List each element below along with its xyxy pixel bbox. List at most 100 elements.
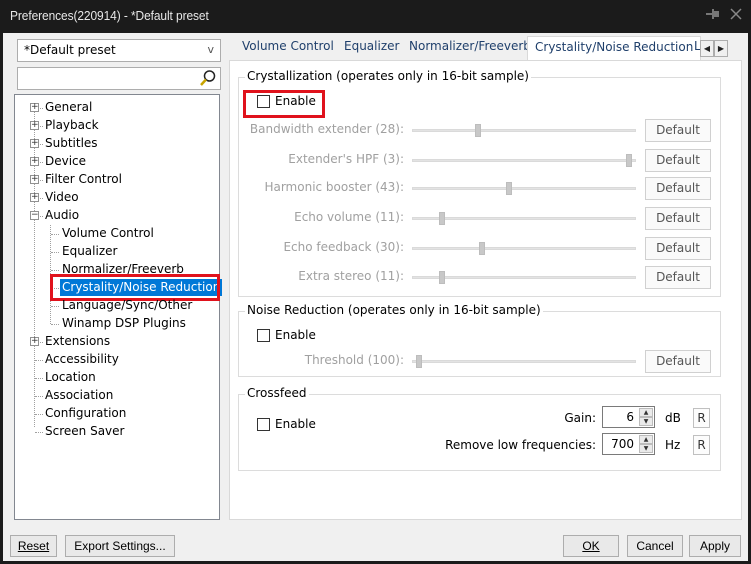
chevron-down-icon: v	[207, 43, 214, 56]
low-freq-spinbox[interactable]: 700 ▲ ▼	[602, 433, 655, 455]
tree-item-playback[interactable]: + Playback	[15, 117, 215, 134]
cancel-button[interactable]: Cancel	[627, 535, 683, 557]
spin-down-icon[interactable]: ▼	[639, 417, 653, 426]
tree-connector	[35, 378, 43, 379]
threshold-slider[interactable]	[412, 354, 636, 368]
slider-track	[412, 217, 636, 220]
expand-icon[interactable]: +	[30, 103, 39, 112]
dialog-body: *Default preset v + General + Playback + Subt…	[3, 33, 748, 561]
low-freq-spin-arrows[interactable]: ▲ ▼	[639, 435, 653, 453]
expand-icon[interactable]: +	[30, 157, 39, 166]
noise-reduction-enable-label: Enable	[275, 328, 316, 342]
slider-thumb[interactable]	[506, 182, 513, 195]
threshold-default-button[interactable]: Default	[645, 350, 711, 373]
search-icon[interactable]	[199, 69, 217, 90]
harmonic-booster-default-button[interactable]: Default	[645, 177, 711, 200]
tree-item-subtitles[interactable]: + Subtitles	[15, 135, 215, 152]
tree-item-label: Playback	[45, 118, 99, 132]
tab-crystality-noise-reduction[interactable]: Crystality/Noise Reduction	[527, 36, 702, 60]
tree-item-filter-control[interactable]: + Filter Control	[15, 171, 215, 188]
extender-s-hpf-default-button[interactable]: Default	[645, 149, 711, 172]
tree-item-audio[interactable]: − Audio	[15, 207, 215, 224]
tree-item-screen-saver[interactable]: Screen Saver	[15, 423, 215, 440]
apply-button[interactable]: Apply	[689, 535, 741, 557]
tree-item-label: Configuration	[45, 406, 127, 420]
bandwidth-extender-label: Bandwidth extender (28):	[249, 122, 404, 136]
tree-connector	[35, 396, 43, 397]
collapse-icon[interactable]: −	[30, 211, 39, 220]
tree-item-volume-control[interactable]: Volume Control	[15, 225, 215, 242]
expand-icon[interactable]: +	[30, 139, 39, 148]
tree-item-location[interactable]: Location	[15, 369, 215, 386]
bandwidth-extender-slider[interactable]	[412, 123, 636, 137]
echo-feedback-default-button[interactable]: Default	[645, 237, 711, 260]
extra-stereo-slider[interactable]	[412, 270, 636, 284]
extra-stereo-default-button[interactable]: Default	[645, 266, 711, 289]
tree-item-accessibility[interactable]: Accessibility	[15, 351, 215, 368]
title-bar: Preferences(220914) - *Default preset	[0, 0, 751, 33]
tree-item-label: Winamp DSP Plugins	[62, 316, 186, 330]
crystallization-group-title: Crystallization (operates only in 16-bit…	[245, 69, 531, 83]
expand-icon[interactable]: +	[30, 193, 39, 202]
tab-page-crystality: Crystallization (operates only in 16-bit…	[229, 60, 742, 520]
tree-item-equalizer[interactable]: Equalizer	[15, 243, 215, 260]
gain-spinbox[interactable]: 6 ▲ ▼	[602, 406, 655, 428]
slider-thumb[interactable]	[474, 124, 481, 137]
slider-thumb[interactable]	[626, 154, 632, 167]
slider-thumb[interactable]	[479, 242, 485, 255]
echo-volume-slider[interactable]	[412, 211, 636, 225]
tree-item-video[interactable]: + Video	[15, 189, 215, 206]
tab-equalizer[interactable]: Equalizer	[344, 39, 399, 60]
tree-item-language-sync-other[interactable]: Language/Sync/Other	[15, 297, 215, 314]
ok-button[interactable]: OK	[563, 535, 619, 557]
tree-item-label: Location	[45, 370, 96, 384]
slider-thumb[interactable]	[439, 271, 446, 284]
slider-track	[412, 276, 636, 279]
gain-label: Gain:	[564, 411, 596, 425]
tree-item-device[interactable]: + Device	[15, 153, 215, 170]
tab-scroll-left-button[interactable]: ◀	[700, 40, 714, 57]
spin-up-icon[interactable]: ▲	[639, 408, 653, 417]
crossfeed-enable-checkbox[interactable]	[257, 418, 270, 431]
tree-connector	[35, 414, 43, 415]
gain-spin-arrows[interactable]: ▲ ▼	[639, 408, 653, 426]
tab-scroll-right-button[interactable]: ▶	[714, 40, 728, 57]
threshold-label: Threshold (100):	[304, 353, 404, 367]
tree-item-label: Association	[45, 388, 114, 402]
reset-label: Reset	[17, 539, 50, 553]
pin-icon[interactable]	[706, 8, 720, 24]
tree-item-label: Volume Control	[62, 226, 154, 240]
spin-down-icon[interactable]: ▼	[639, 444, 653, 453]
slider-thumb[interactable]	[439, 212, 446, 225]
tree-item-extensions[interactable]: + Extensions	[15, 333, 215, 350]
bandwidth-extender-default-button[interactable]: Default	[645, 119, 711, 142]
export-settings-button[interactable]: Export Settings...	[65, 535, 175, 557]
tree-item-label: Video	[45, 190, 79, 204]
echo-feedback-slider[interactable]	[412, 241, 636, 255]
search-input[interactable]	[17, 67, 221, 90]
tree-item-label: Device	[45, 154, 87, 168]
slider-thumb[interactable]	[416, 355, 422, 368]
tab-normalizer-freeverb[interactable]: Normalizer/Freeverb	[409, 39, 531, 60]
tab-volume-control[interactable]: Volume Control	[242, 39, 334, 60]
cancel-label: Cancel	[636, 539, 674, 553]
expand-icon[interactable]: +	[30, 175, 39, 184]
noise-reduction-enable-checkbox[interactable]	[257, 329, 270, 342]
preset-select[interactable]: *Default preset v	[17, 39, 221, 62]
close-icon[interactable]	[730, 8, 742, 24]
reset-button[interactable]: Reset	[10, 535, 57, 557]
spin-up-icon[interactable]: ▲	[639, 435, 653, 444]
expand-icon[interactable]: +	[30, 121, 39, 130]
tree-item-general[interactable]: + General	[15, 99, 215, 116]
tree-item-label: Filter Control	[45, 172, 122, 186]
tree-item-configuration[interactable]: Configuration	[15, 405, 215, 422]
tree-item-winamp-dsp-plugins[interactable]: Winamp DSP Plugins	[15, 315, 215, 332]
tree-item-association[interactable]: Association	[15, 387, 215, 404]
extender-s-hpf-slider[interactable]	[412, 153, 636, 167]
echo-volume-default-button[interactable]: Default	[645, 207, 711, 230]
echo-feedback-label: Echo feedback (30):	[283, 240, 404, 254]
harmonic-booster-slider[interactable]	[412, 181, 636, 195]
expand-icon[interactable]: +	[30, 337, 39, 346]
low-freq-reset-button[interactable]: R	[693, 435, 710, 455]
gain-reset-button[interactable]: R	[693, 408, 710, 428]
